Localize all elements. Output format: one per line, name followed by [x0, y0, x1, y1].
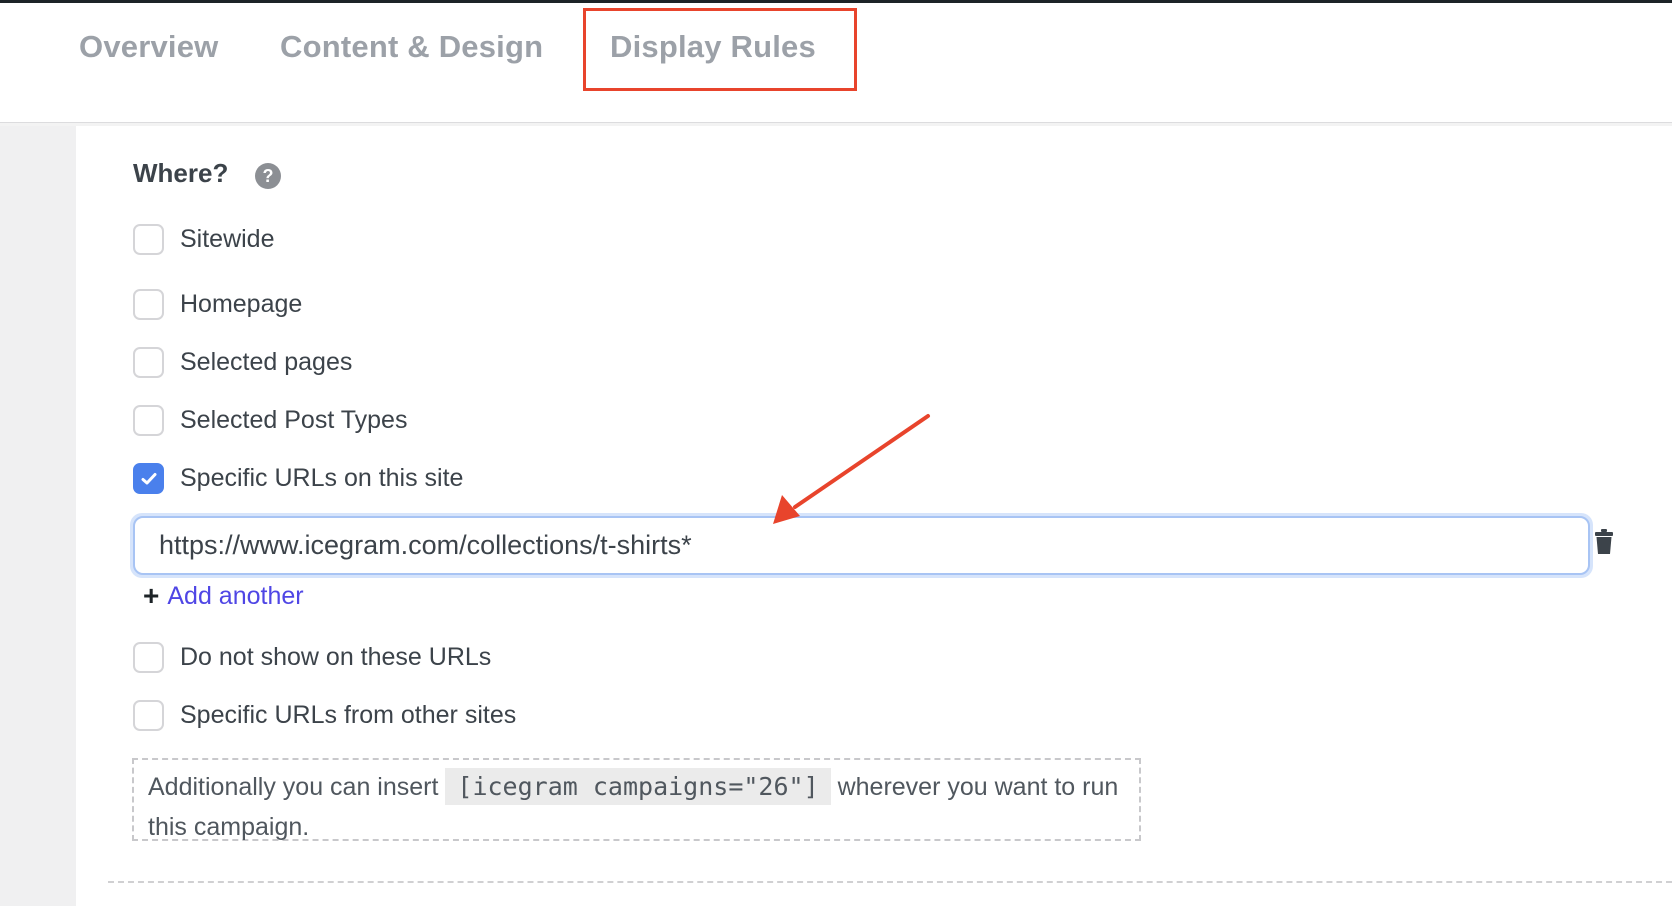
option-do-not-show[interactable]: Do not show on these URLs — [133, 641, 491, 673]
option-label: Selected Post Types — [180, 405, 408, 434]
plus-icon: + — [143, 580, 160, 611]
shortcode-code[interactable]: [icegram campaigns="26"] — [445, 768, 831, 805]
tab-bar: Overview Content & Design Display Rules — [0, 3, 1672, 123]
checkbox-other-sites[interactable] — [133, 699, 164, 731]
option-other-sites[interactable]: Specific URLs from other sites — [133, 699, 516, 731]
checkbox-homepage[interactable] — [133, 288, 164, 320]
checkbox-sitewide[interactable] — [133, 223, 164, 255]
left-gutter — [0, 126, 76, 906]
option-selected-post-types[interactable]: Selected Post Types — [133, 404, 407, 436]
option-label: Homepage — [180, 289, 303, 318]
shortcode-prefix: Additionally you can insert — [148, 773, 439, 801]
checkbox-selected-post-types[interactable] — [133, 404, 164, 436]
add-another-label[interactable]: Add another — [167, 580, 303, 612]
option-specific-urls[interactable]: Specific URLs on this site — [133, 462, 463, 494]
tab-display-rules[interactable]: Display Rules — [610, 29, 816, 65]
add-another-link[interactable]: + Add another — [143, 580, 304, 612]
trash-icon[interactable] — [1594, 529, 1614, 555]
option-label: Specific URLs on this site — [180, 463, 464, 492]
option-selected-pages[interactable]: Selected pages — [133, 346, 352, 378]
checkbox-specific-urls[interactable] — [133, 462, 164, 494]
option-label: Selected pages — [180, 347, 353, 376]
option-label: Sitewide — [180, 224, 275, 253]
option-sitewide[interactable]: Sitewide — [133, 223, 275, 255]
where-heading: Where? — [133, 158, 229, 188]
checkbox-selected-pages[interactable] — [133, 346, 164, 378]
shortcode-note: Additionally you can insert [icegram cam… — [132, 758, 1141, 841]
option-label: Specific URLs from other sites — [180, 700, 517, 729]
checkmark-icon — [141, 472, 157, 484]
section-divider — [108, 881, 1672, 883]
tab-overview[interactable]: Overview — [79, 29, 218, 65]
specific-url-input[interactable] — [133, 516, 1590, 575]
tab-content-design[interactable]: Content & Design — [280, 29, 543, 65]
option-label: Do not show on these URLs — [180, 642, 492, 671]
question-circle-icon[interactable]: ? — [255, 163, 281, 189]
url-input-wrapper — [130, 513, 1593, 578]
option-homepage[interactable]: Homepage — [133, 288, 302, 320]
checkbox-do-not-show[interactable] — [133, 641, 164, 673]
